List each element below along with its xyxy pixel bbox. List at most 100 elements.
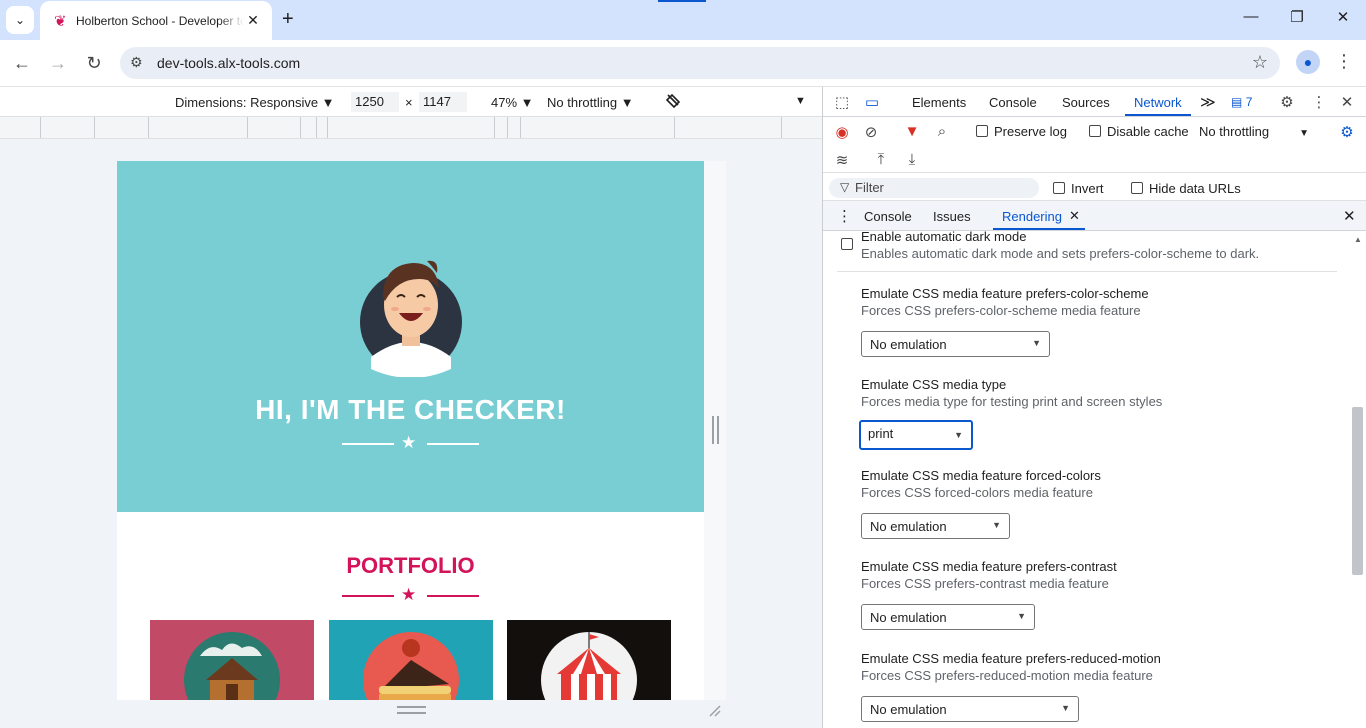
- active-tab-indicator: [1125, 114, 1191, 116]
- hero-section: HI, I'M THE CHECKER! ★: [117, 161, 704, 512]
- circus-tent-icon: [541, 632, 637, 700]
- import-har-icon[interactable]: ⤒: [871, 151, 891, 168]
- clear-icon[interactable]: ⊘: [861, 123, 881, 141]
- close-window-button[interactable]: ✕: [1331, 8, 1355, 26]
- hide-data-urls-label: Hide data URLs: [1149, 181, 1241, 196]
- prefers-contrast-select[interactable]: No emulation ▼: [861, 604, 1035, 630]
- site-info-icon[interactable]: ⚙: [130, 54, 143, 71]
- cake-icon: [363, 632, 459, 700]
- drawer-tab-issues[interactable]: Issues: [933, 209, 971, 224]
- filter-funnel-icon[interactable]: ▼: [902, 123, 922, 140]
- profile-avatar[interactable]: ●: [1296, 50, 1320, 74]
- drawer-active-indicator: [993, 228, 1085, 230]
- viewport-resize-handle-right[interactable]: [712, 416, 719, 444]
- preserve-log-label: Preserve log: [994, 124, 1067, 139]
- network-settings-icon[interactable]: ⚙: [1337, 123, 1357, 141]
- tab-network[interactable]: Network: [1134, 95, 1182, 110]
- device-toolbar: Dimensions: Responsive ▼ 1250 × 1147 47%…: [0, 87, 822, 117]
- viewport-resize-corner-icon[interactable]: [708, 704, 722, 718]
- address-bar[interactable]: ⚙ dev-tools.alx-tools.com ☆: [120, 47, 1280, 79]
- chevron-down-icon: ▼: [992, 520, 1001, 530]
- dark-mode-title: Enable automatic dark mode: [861, 231, 1027, 244]
- forward-button[interactable]: →: [46, 52, 70, 74]
- inspect-element-icon[interactable]: ⬚: [832, 93, 852, 111]
- viewport-width-input[interactable]: 1250: [351, 92, 399, 112]
- tab-elements[interactable]: Elements: [912, 95, 966, 110]
- chevron-down-icon: ▼: [1032, 338, 1041, 348]
- bookmark-star-icon[interactable]: ☆: [1252, 52, 1268, 73]
- portfolio-card-cake[interactable]: [329, 620, 493, 700]
- drawer-tab-console[interactable]: Console: [864, 209, 912, 224]
- network-filter-bar: ▽ Filter Invert Hide data URLs: [823, 175, 1366, 201]
- forced-colors-title: Emulate CSS media feature forced-colors: [861, 468, 1101, 483]
- forced-colors-desc: Forces CSS forced-colors media feature: [861, 485, 1093, 500]
- dark-mode-checkbox[interactable]: [841, 237, 859, 252]
- media-query-ruler[interactable]: [0, 117, 822, 139]
- tab-sources[interactable]: Sources: [1062, 95, 1110, 110]
- close-rendering-tab-icon[interactable]: ✕: [1069, 208, 1080, 224]
- record-stop-icon[interactable]: ◉: [832, 123, 852, 141]
- disable-cache-checkbox[interactable]: Disable cache: [1089, 124, 1189, 139]
- close-drawer-icon[interactable]: ✕: [1343, 207, 1356, 225]
- device-toggle-icon[interactable]: ▭: [862, 93, 882, 111]
- prefers-contrast-desc: Forces CSS prefers-contrast media featur…: [861, 576, 1109, 591]
- back-button[interactable]: ←: [10, 52, 34, 74]
- tab-drag-indicator: [658, 0, 706, 2]
- close-devtools-icon[interactable]: ✕: [1337, 93, 1357, 111]
- tab-close-icon[interactable]: ✕: [244, 12, 262, 29]
- viewport-resize-handle-bottom[interactable]: [397, 706, 426, 714]
- hero-divider: ★: [342, 433, 479, 452]
- search-icon[interactable]: ⌕: [932, 123, 952, 140]
- chrome-menu-icon[interactable]: ⋮: [1334, 51, 1354, 72]
- avatar-illustration-icon: [360, 260, 462, 377]
- reload-button[interactable]: ↻: [82, 52, 106, 74]
- network-throttling-value: No throttling: [1199, 124, 1270, 139]
- devtools-tab-bar: ⬚ ▭ Elements Console Sources Network ≫ ▤…: [823, 87, 1366, 117]
- new-tab-button[interactable]: +: [282, 8, 294, 30]
- settings-gear-icon[interactable]: ⚙: [1277, 93, 1297, 111]
- browser-tab[interactable]: ❦ Holberton School - Developer tools ✕: [40, 1, 272, 40]
- portfolio-card-circus[interactable]: [507, 620, 671, 700]
- hero-title: HI, I'M THE CHECKER!: [255, 394, 566, 425]
- portfolio-card-cabin[interactable]: [150, 620, 314, 700]
- person-icon: ●: [1303, 54, 1313, 70]
- prefers-color-scheme-select[interactable]: No emulation ▼: [861, 331, 1050, 357]
- network-throttling-select[interactable]: No throttling ▼: [1199, 124, 1309, 139]
- chevron-down-icon: ⌄: [14, 13, 26, 27]
- reduced-motion-select[interactable]: No emulation ▼: [861, 696, 1079, 722]
- throttling-dropdown[interactable]: No throttling ▼: [547, 95, 634, 110]
- export-har-icon[interactable]: ⤓: [902, 151, 922, 168]
- message-icon: ▤: [1231, 95, 1243, 109]
- rendering-scrollbar-thumb[interactable]: [1352, 407, 1363, 575]
- rotate-icon[interactable]: [663, 91, 683, 114]
- restore-button[interactable]: ❐: [1285, 8, 1309, 26]
- invert-label: Invert: [1071, 181, 1104, 196]
- holberton-favicon-icon: ❦: [54, 12, 67, 30]
- media-type-select[interactable]: print ▼: [859, 420, 973, 450]
- zoom-dropdown[interactable]: 47% ▼: [491, 95, 534, 110]
- filter-input[interactable]: ▽ Filter: [829, 178, 1039, 198]
- drawer-tab-bar: ⋮ Console Issues Rendering ✕ ✕: [823, 201, 1366, 231]
- tab-search-button[interactable]: ⌄: [6, 6, 34, 34]
- scroll-up-arrow-icon[interactable]: ▲: [1354, 235, 1362, 244]
- dimensions-dropdown[interactable]: Dimensions: Responsive ▼: [175, 95, 335, 110]
- more-tabs-icon[interactable]: ≫: [1200, 93, 1216, 111]
- viewport-height-input[interactable]: 1147: [419, 92, 467, 112]
- drawer-tab-rendering[interactable]: Rendering: [1002, 209, 1062, 224]
- media-type-title: Emulate CSS media type: [861, 377, 1007, 392]
- prefers-contrast-value: No emulation: [870, 610, 947, 625]
- devtools-menu-icon[interactable]: ⋮: [1309, 93, 1329, 111]
- invert-checkbox[interactable]: Invert: [1053, 181, 1104, 196]
- preserve-log-checkbox[interactable]: Preserve log: [976, 124, 1067, 139]
- disable-cache-label: Disable cache: [1107, 124, 1189, 139]
- prefers-color-scheme-value: No emulation: [870, 337, 947, 352]
- hide-data-urls-checkbox[interactable]: Hide data URLs: [1131, 181, 1241, 196]
- reduced-motion-value: No emulation: [870, 702, 947, 717]
- minimize-button[interactable]: —: [1239, 8, 1263, 25]
- drawer-menu-icon[interactable]: ⋮: [837, 207, 852, 225]
- network-conditions-icon[interactable]: ≋: [832, 151, 852, 169]
- forced-colors-select[interactable]: No emulation ▼: [861, 513, 1010, 539]
- issues-counter[interactable]: ▤ 7: [1231, 95, 1252, 109]
- tab-console[interactable]: Console: [989, 95, 1037, 110]
- device-toolbar-more[interactable]: ▼: [795, 95, 806, 107]
